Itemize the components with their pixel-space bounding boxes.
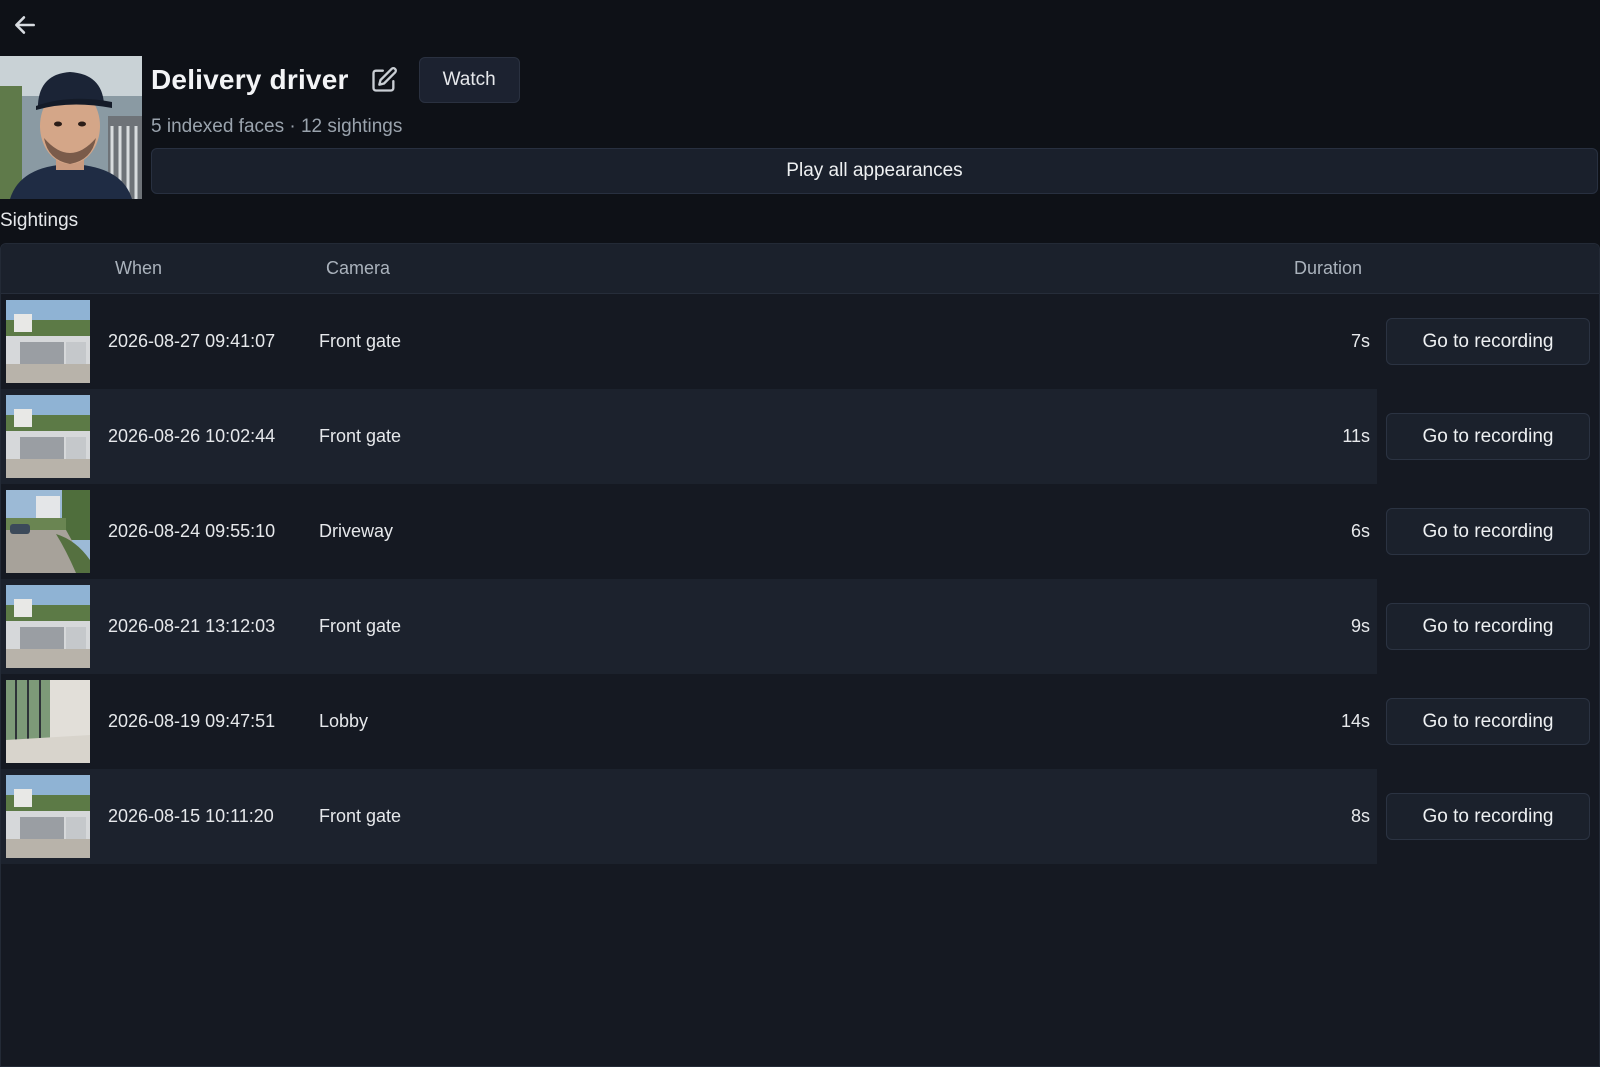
title-row: Delivery driver Watch xyxy=(151,56,520,104)
table-header: When Camera Duration xyxy=(1,244,1599,294)
sightings-table: When Camera Duration 2026-08-27 09:41:07… xyxy=(0,243,1600,1067)
sighting-camera: Front gate xyxy=(319,806,402,826)
arrow-left-icon xyxy=(15,16,35,34)
sighting-when: 2026-08-26 10:02:44 xyxy=(108,426,276,446)
go-to-recording-button[interactable]: Go to recording xyxy=(1386,603,1590,650)
table-row[interactable]: 2026-08-15 10:11:20 Front gate 8s Go to … xyxy=(1,769,1599,864)
go-to-recording-button[interactable]: Go to recording xyxy=(1386,318,1590,365)
person-name: Delivery driver xyxy=(151,64,349,95)
person-avatar xyxy=(0,56,142,199)
sighting-thumbnail xyxy=(6,680,90,763)
column-when: When xyxy=(115,258,163,278)
person-summary: 5 indexed faces · 12 sightings xyxy=(151,116,403,137)
sighting-camera: Lobby xyxy=(319,711,369,731)
sighting-thumbnail xyxy=(6,775,90,858)
back-button[interactable] xyxy=(10,10,40,40)
go-to-recording-button[interactable]: Go to recording xyxy=(1386,413,1590,460)
sighting-duration: 9s xyxy=(1350,616,1370,636)
sighting-camera: Front gate xyxy=(319,426,402,446)
sighting-camera: Front gate xyxy=(319,616,402,636)
sighting-duration: 6s xyxy=(1350,521,1370,541)
sighting-when: 2026-08-15 10:11:20 xyxy=(108,806,274,826)
table-row[interactable]: 2026-08-24 09:55:10 Driveway 6s Go to re… xyxy=(1,484,1599,579)
sighting-camera: Driveway xyxy=(319,521,394,541)
column-camera: Camera xyxy=(326,258,391,278)
sighting-thumbnail xyxy=(6,490,90,573)
sighting-duration: 8s xyxy=(1350,806,1370,826)
sighting-when: 2026-08-24 09:55:10 xyxy=(108,521,276,541)
sighting-thumbnail xyxy=(6,585,90,668)
table-row[interactable]: 2026-08-19 09:47:51 Lobby 14s Go to reco… xyxy=(1,674,1599,769)
sighting-thumbnail xyxy=(6,300,90,383)
sighting-when: 2026-08-19 09:47:51 xyxy=(108,711,276,731)
go-to-recording-button[interactable]: Go to recording xyxy=(1386,508,1590,555)
sighting-thumbnail xyxy=(6,395,90,478)
person-header: Delivery driver Watch 5 indexed faces · … xyxy=(0,56,1600,199)
go-to-recording-button[interactable]: Go to recording xyxy=(1386,793,1590,840)
sightings-title: Sightings xyxy=(0,210,79,231)
play-all-appearances-button[interactable]: Play all appearances xyxy=(151,148,1598,194)
go-to-recording-button[interactable]: Go to recording xyxy=(1386,698,1590,745)
table-row[interactable]: 2026-08-21 13:12:03 Front gate 9s Go to … xyxy=(1,579,1599,674)
column-duration: Duration xyxy=(1294,258,1363,278)
table-row[interactable]: 2026-08-26 10:02:44 Front gate 11s Go to… xyxy=(1,389,1599,484)
sighting-when: 2026-08-27 09:41:07 xyxy=(108,331,276,351)
sighting-duration: 7s xyxy=(1350,331,1370,351)
sighting-duration: 14s xyxy=(1340,711,1370,731)
sighting-duration: 11s xyxy=(1342,426,1370,446)
edit-icon xyxy=(371,67,397,92)
edit-name-button[interactable] xyxy=(367,63,401,97)
table-row[interactable]: 2026-08-27 09:41:07 Front gate 7s Go to … xyxy=(1,294,1599,389)
watch-button[interactable]: Watch xyxy=(418,57,520,103)
sighting-when: 2026-08-21 13:12:03 xyxy=(108,616,276,636)
sighting-camera: Front gate xyxy=(319,331,402,351)
